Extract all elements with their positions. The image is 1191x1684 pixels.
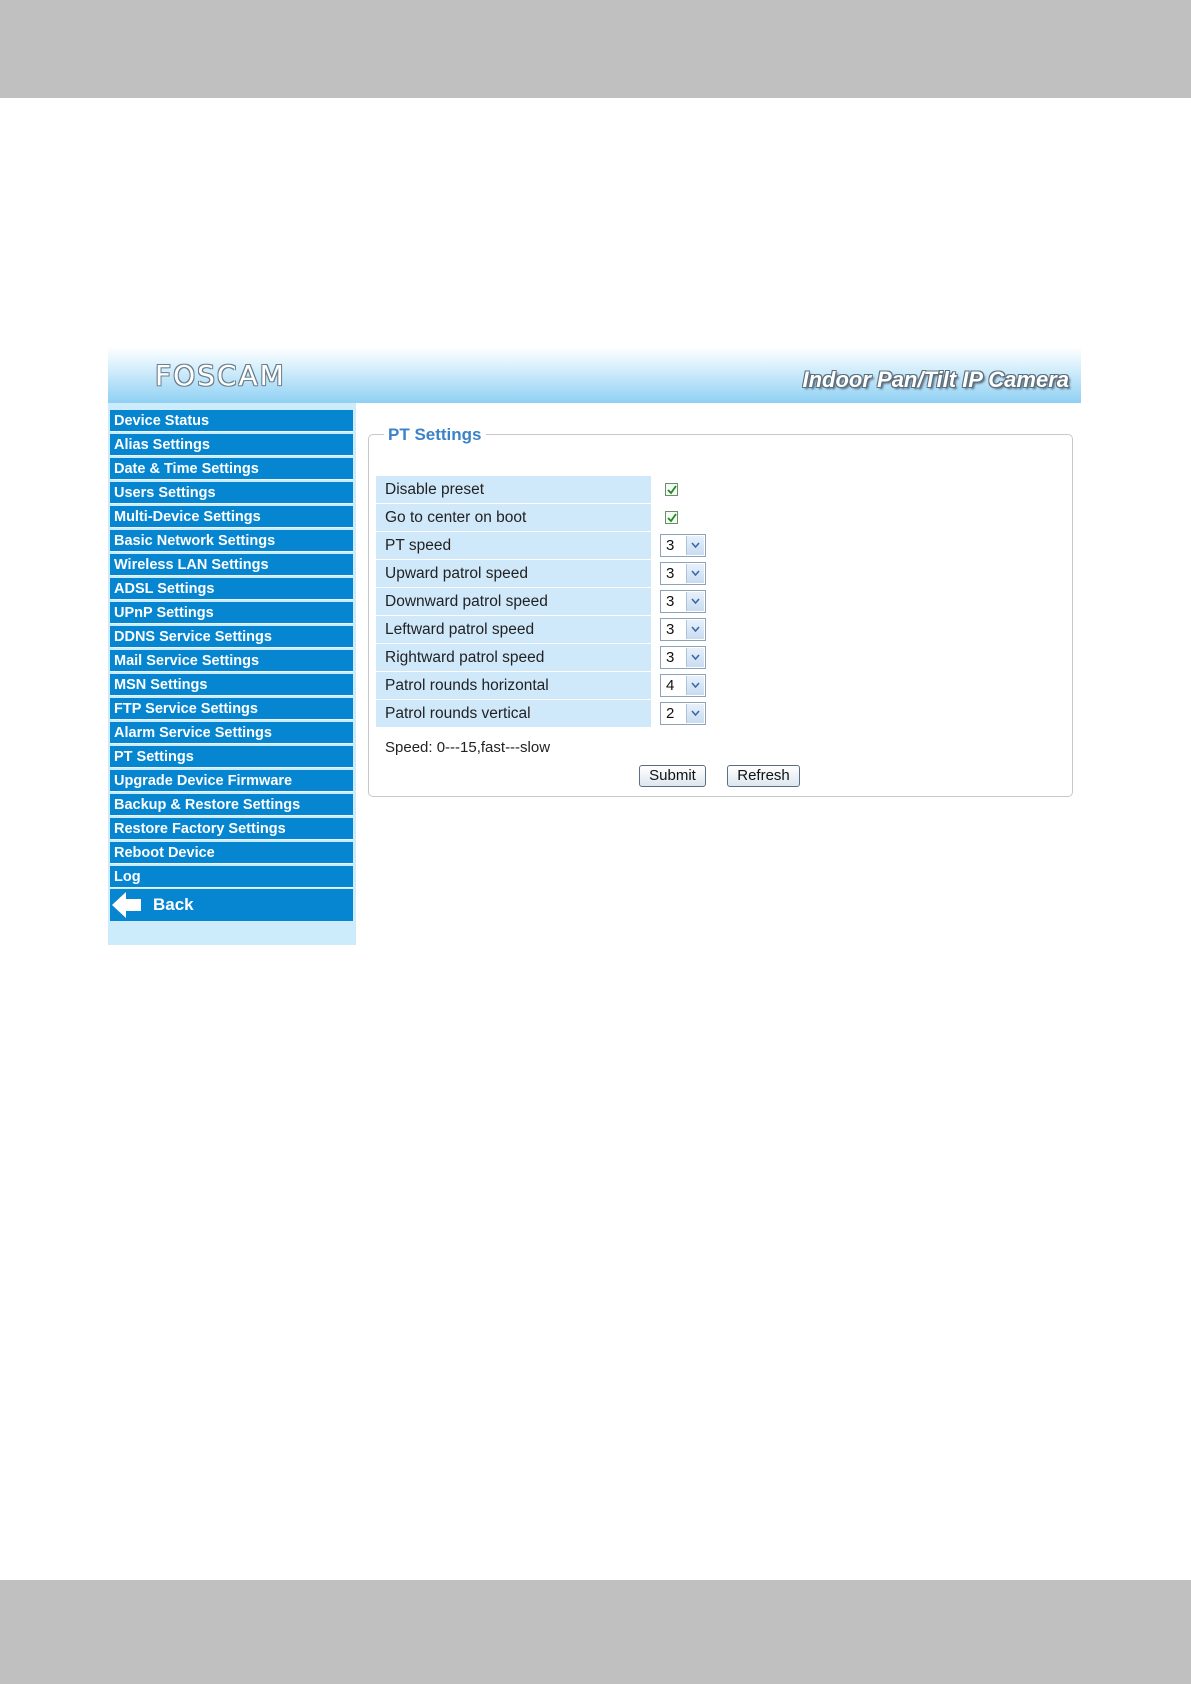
sidebar-item-msn-settings[interactable]: MSN Settings bbox=[110, 674, 353, 696]
downward-patrol-speed-select[interactable]: 3 bbox=[660, 590, 706, 613]
disable-preset-label: Disable preset bbox=[376, 476, 651, 503]
rightward-patrol-speed-select[interactable]: 3 bbox=[660, 646, 706, 669]
back-arrow-icon bbox=[112, 892, 142, 923]
upward-patrol-speed-select[interactable]: 3 bbox=[660, 562, 706, 585]
chevron-down-icon bbox=[686, 648, 704, 667]
sidebar-item-log[interactable]: Log bbox=[110, 866, 353, 888]
panel-title: PT Settings bbox=[384, 425, 486, 445]
downward-patrol-speed-label: Downward patrol speed bbox=[376, 588, 651, 615]
select-value: 3 bbox=[666, 537, 675, 554]
patrol-rounds-horizontal-label: Patrol rounds horizontal bbox=[376, 672, 651, 699]
chevron-down-icon bbox=[686, 704, 704, 723]
sidebar-item-ddns-service-settings[interactable]: DDNS Service Settings bbox=[110, 626, 353, 648]
header-banner: FOSCAM Indoor Pan/Tilt IP Camera bbox=[108, 347, 1081, 403]
patrol-rounds-vertical-label: Patrol rounds vertical bbox=[376, 700, 651, 727]
sidebar-item-device-status[interactable]: Device Status bbox=[110, 410, 353, 432]
select-value: 3 bbox=[666, 593, 675, 610]
leftward-patrol-speed-label: Leftward patrol speed bbox=[376, 616, 651, 643]
checkmark-icon bbox=[667, 513, 677, 523]
select-value: 3 bbox=[666, 621, 675, 638]
speed-note: Speed: 0---15,fast---slow bbox=[385, 739, 551, 756]
sidebar-item-date-time-settings[interactable]: Date & Time Settings bbox=[110, 458, 353, 480]
sidebar-item-alias-settings[interactable]: Alias Settings bbox=[110, 434, 353, 456]
product-title: Indoor Pan/Tilt IP Camera bbox=[802, 367, 1069, 392]
sidebar-item-reboot-device[interactable]: Reboot Device bbox=[110, 842, 353, 864]
sidebar-item-adsl-settings[interactable]: ADSL Settings bbox=[110, 578, 353, 600]
refresh-button[interactable]: Refresh bbox=[727, 765, 800, 787]
sidebar-item-basic-network-settings[interactable]: Basic Network Settings bbox=[110, 530, 353, 552]
pt-speed-select[interactable]: 3 bbox=[660, 534, 706, 557]
chevron-down-icon bbox=[686, 592, 704, 611]
sidebar-item-mail-service-settings[interactable]: Mail Service Settings bbox=[110, 650, 353, 672]
leftward-patrol-speed-select[interactable]: 3 bbox=[660, 618, 706, 641]
sidebar-item-upnp-settings[interactable]: UPnP Settings bbox=[110, 602, 353, 624]
sidebar-item-alarm-service-settings[interactable]: Alarm Service Settings bbox=[110, 722, 353, 744]
submit-button[interactable]: Submit bbox=[639, 765, 706, 787]
patrol-rounds-horizontal-select[interactable]: 4 bbox=[660, 674, 706, 697]
sidebar-item-restore-factory-settings[interactable]: Restore Factory Settings bbox=[110, 818, 353, 840]
rightward-patrol-speed-label: Rightward patrol speed bbox=[376, 644, 651, 671]
select-value: 2 bbox=[666, 705, 675, 722]
sidebar-item-upgrade-device-firmware[interactable]: Upgrade Device Firmware bbox=[110, 770, 353, 792]
upward-patrol-speed-label: Upward patrol speed bbox=[376, 560, 651, 587]
bottom-page-band bbox=[0, 1580, 1191, 1684]
checkmark-icon bbox=[667, 485, 677, 495]
back-label: Back bbox=[153, 895, 194, 914]
pt-speed-label: PT speed bbox=[376, 532, 651, 559]
top-page-band bbox=[0, 0, 1191, 98]
disable-preset-checkbox[interactable] bbox=[665, 483, 678, 496]
sidebar-item-pt-settings[interactable]: PT Settings bbox=[110, 746, 353, 768]
chevron-down-icon bbox=[686, 536, 704, 555]
chevron-down-icon bbox=[686, 564, 704, 583]
sidebar-item-users-settings[interactable]: Users Settings bbox=[110, 482, 353, 504]
foscam-logo: FOSCAM bbox=[155, 359, 286, 392]
chevron-down-icon bbox=[686, 620, 704, 639]
go-to-center-checkbox[interactable] bbox=[665, 511, 678, 524]
patrol-rounds-vertical-select[interactable]: 2 bbox=[660, 702, 706, 725]
sidebar-item-ftp-service-settings[interactable]: FTP Service Settings bbox=[110, 698, 353, 720]
select-value: 3 bbox=[666, 649, 675, 666]
sidebar-menu: Device Status Alias Settings Date & Time… bbox=[108, 403, 356, 945]
sidebar-item-wireless-lan-settings[interactable]: Wireless LAN Settings bbox=[110, 554, 353, 576]
go-to-center-label: Go to center on boot bbox=[376, 504, 651, 531]
sidebar-item-multi-device-settings[interactable]: Multi-Device Settings bbox=[110, 506, 353, 528]
chevron-down-icon bbox=[686, 676, 704, 695]
sidebar-item-backup-restore-settings[interactable]: Backup & Restore Settings bbox=[110, 794, 353, 816]
select-value: 4 bbox=[666, 677, 675, 694]
back-button[interactable]: Back bbox=[110, 889, 353, 921]
select-value: 3 bbox=[666, 565, 675, 582]
camera-web-ui: FOSCAM Indoor Pan/Tilt IP Camera Device … bbox=[108, 347, 1081, 945]
